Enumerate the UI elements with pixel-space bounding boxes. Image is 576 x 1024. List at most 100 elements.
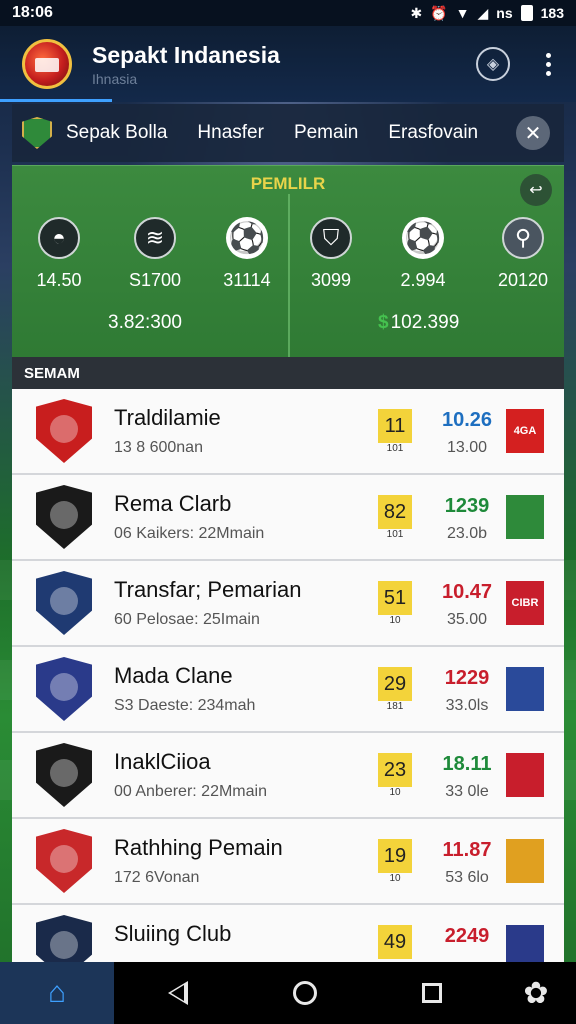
app-bar: Sepakt Indanesia Ihnasia ◈ [0,26,576,102]
app-logo[interactable] [22,39,72,89]
club-amount: 33.0ls [445,697,489,714]
rank-badge-sub: 101 [386,529,404,540]
club-name: InaklCiioa [114,749,211,774]
system-nav-bar: ⌂ ✿ [0,962,576,1024]
stat-value: 14.50 [36,270,82,290]
club-crest-icon [36,485,92,549]
club-score: 10.47 [441,581,493,603]
close-icon[interactable]: ✕ [516,116,550,150]
rank-badge: 82 [378,495,412,529]
tab-pemain[interactable]: Pemain [294,122,358,144]
club-meta: 13 8 600nan [114,439,203,456]
club-crest-icon [36,829,92,893]
football-icon[interactable]: ⚽ [226,217,268,259]
battery-level: 183 [540,5,564,21]
stat-value: 2.994 [400,270,446,290]
club-score: 10.26 [441,409,493,431]
settings-icon[interactable]: ✿ [496,976,576,1011]
compass-icon[interactable]: ◈ [476,47,510,81]
wifi-icon: ▼ [455,5,470,21]
panel-total-right: $102.399 [378,312,459,334]
club-meta: S3 Daeste: 234mah [114,697,256,714]
panel-total-left: 3.82:300 [108,312,182,333]
club-score: 2249 [444,925,490,947]
tab-transfer[interactable]: Hnasfer [197,122,264,144]
mini-logo-icon [506,667,544,711]
signal-icon: ◢ [477,4,489,21]
rank-badge: 29 [378,667,412,701]
stat-value: 31114 [223,270,271,290]
club-meta: 60 Pelosae: 25Imain [114,611,260,628]
stat-value: S1700 [128,270,182,290]
rank-badge-sub: 10 [389,873,401,884]
football-icon[interactable]: ⚽ [402,217,444,259]
list-item[interactable]: Rema Clarb 06 Kaikers: 22Mmain 82 101 12… [12,475,564,561]
home-icon[interactable]: ⌂ [0,962,114,1024]
return-icon[interactable]: ↩ [520,174,552,206]
mini-logo-icon [506,495,544,539]
list-item[interactable]: Traldilamie 13 8 600nan 11 101 10.26 13.… [12,389,564,475]
back-button[interactable] [114,981,241,1005]
list-item[interactable]: Transfar; Pemarian 60 Pelosae: 25Imain 5… [12,561,564,647]
status-bar: 18:06 ✱ ⏰ ▼ ◢ ns 183 [0,0,576,26]
stat-value: 3099 [310,270,352,290]
club-name: Rema Clarb [114,491,232,516]
more-menu-icon[interactable] [542,52,554,76]
panel-title: PEMLILR [250,174,326,193]
stats-panel: PEMLILR ↩ ◓ ≋ ⚽ ⛉ ⚽ ⚲ 14.50 S1700 31114 … [12,165,564,358]
club-score: 18.11 [442,753,492,775]
club-name: Rathhing Pemain [114,835,283,860]
rank-badge: 49 [378,925,412,959]
club-name: Sluiing Club [114,921,232,946]
battery-icon [520,5,533,21]
boot-icon[interactable]: ≋ [134,217,176,259]
rank-badge-sub: 10 [389,615,401,626]
team-crest-icon[interactable]: ⛉ [310,217,352,259]
club-meta: 172 6Vonan [114,869,200,886]
rank-badge: 11 [378,409,412,443]
club-amount: 35.00 [446,611,488,628]
club-amount: 13.00 [446,439,488,456]
shield-icon [22,117,52,149]
club-amount: 53 6lo [445,869,489,886]
rank-badge: 51 [378,581,412,615]
rank-badge-sub: 181 [386,701,404,712]
back-icon [167,981,188,1005]
panel-total-right-value: 102.399 [390,312,460,333]
app-subtitle: Ihnasia [92,70,138,87]
bluetooth-icon: ✱ [410,4,423,21]
visor-icon[interactable]: ◓ [38,217,80,259]
club-amount: 33 0le [445,783,489,800]
recents-button[interactable] [369,983,496,1003]
rank-badge-sub: 101 [386,443,404,454]
club-crest-icon [36,657,92,721]
tab-bar: Sepak Bolla Hnasfer Pemain Erasfovain ✕ [12,104,564,162]
active-indicator [0,99,112,102]
club-name: Mada Clane [114,663,233,688]
tab-erasfovain[interactable]: Erasfovain [388,122,478,144]
status-time: 18:06 [12,4,53,21]
transfer-list: Traldilamie 13 8 600nan 11 101 10.26 13.… [12,389,564,991]
rank-badge: 19 [378,839,412,873]
list-item[interactable]: Rathhing Pemain 172 6Vonan 19 10 11.87 5… [12,819,564,905]
search-icon[interactable]: ⚲ [502,217,544,259]
currency-icon: $ [378,312,389,333]
mini-logo-icon [506,839,544,883]
rank-badge: 23 [378,753,412,787]
mini-logo-icon [506,753,544,797]
club-meta: 06 Kaikers: 22Mmain [114,525,265,542]
club-crest-icon [36,399,92,463]
list-item[interactable]: InaklCiioa 00 Anberer: 22Mmain 23 10 18.… [12,733,564,819]
list-item[interactable]: Mada Clane S3 Daeste: 234mah 29 181 1229… [12,647,564,733]
mini-logo-icon: 4GA [506,409,544,453]
alarm-icon: ⏰ [430,4,448,21]
tab-sepak-bolla[interactable]: Sepak Bolla [66,122,167,144]
club-name: Traldilamie [114,405,221,430]
club-score: 1239 [444,495,490,517]
rank-badge-sub: 10 [389,787,401,798]
stat-value: 20120 [497,270,549,290]
recents-icon [422,983,443,1003]
club-crest-icon [36,571,92,635]
mini-logo-icon: CIBR [506,581,544,625]
home-button[interactable] [241,981,368,1005]
